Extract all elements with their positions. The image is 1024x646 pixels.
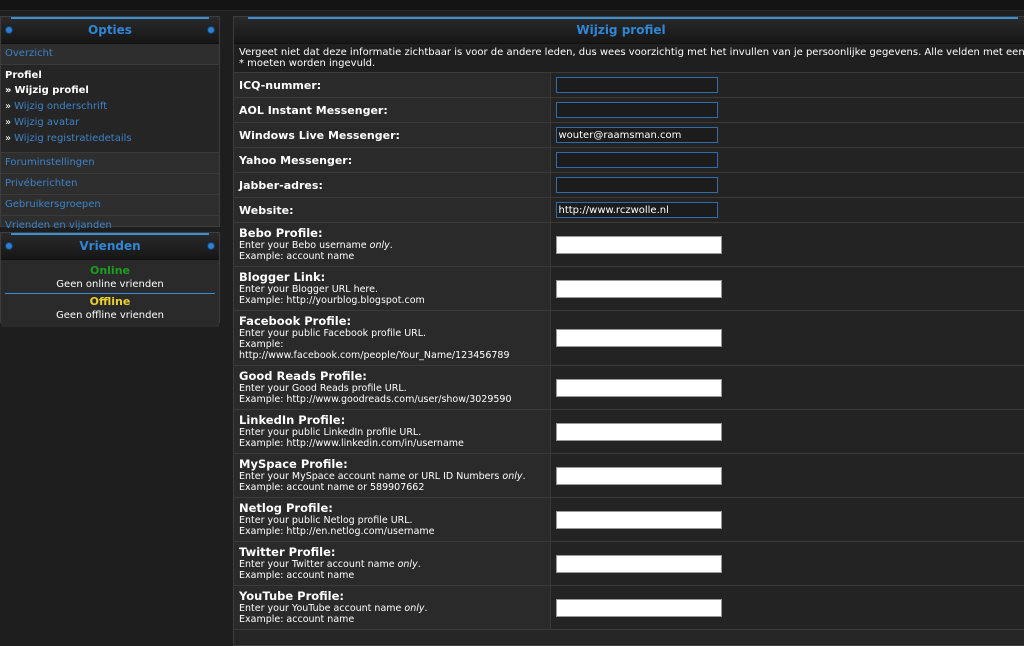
options-title: Opties [88,23,132,37]
facebook-example: Example: http://www.facebook.com/people/… [239,339,510,361]
friends-panel: Vrienden Online Geen online vrienden Off… [0,232,220,327]
facebook-input[interactable] [555,329,722,347]
profile-group-title: Profiel [5,70,42,81]
form-row: Windows Live Messenger: [234,122,1024,148]
form-row: Good Reads Profile: Enter your Good Read… [234,365,1024,410]
field-label-yahoo: Yahoo Messenger: [239,153,353,167]
form-row: Blogger Link: Enter your Blogger URL her… [234,266,1024,311]
netlog-input[interactable] [555,510,722,529]
website-input[interactable] [555,202,718,218]
wlm-input[interactable] [555,127,718,143]
online-heading: Online [89,264,130,277]
twitter-example: Example: account name [239,570,355,581]
blogger-example: Example: http://yourblog.blogspot.com [239,295,425,306]
menu-item-edit-signature[interactable]: » Wijzig onderschrift [5,99,215,115]
goodreads-input[interactable] [555,378,722,397]
profile-form: ICQ-nummer: AOL Instant Messenger: Windo… [234,73,1024,630]
yahoo-input[interactable] [555,152,718,168]
offline-message: Geen offline vrienden [56,310,164,321]
intro-text: Vergeet niet dat deze informatie zichtba… [234,44,1024,73]
myspace-example: Example: account name or 589907662 [239,482,425,493]
offline-heading: Offline [89,295,131,308]
options-panel-header: Opties [1,17,219,44]
top-bar [0,0,1024,11]
friends-panel-header: Vrienden [1,233,219,260]
twitter-description: Enter your Twitter account name only. [239,559,421,570]
edit-profile-panel: Wijzig profiel Vergeet niet dat deze inf… [233,16,1024,646]
form-row: LinkedIn Profile: Enter your public Link… [234,409,1024,454]
youtube-example: Example: account name [239,614,355,625]
field-label-aim: AOL Instant Messenger: [239,103,388,117]
form-row: MySpace Profile: Enter your MySpace acco… [234,453,1024,498]
form-row: AOL Instant Messenger: [234,97,1024,123]
linkedin-description: Enter your public LinkedIn profile URL. [239,427,422,438]
linkedin-input[interactable] [555,422,722,441]
bebo-label: Bebo Profile: [239,226,323,240]
menu-link-usergroups[interactable]: Gebruikersgroepen [1,195,219,216]
form-row: Jabber-adres: [234,172,1024,198]
jabber-input[interactable] [555,177,718,193]
facebook-label: Facebook Profile: [239,314,352,328]
menu-item-edit-avatar[interactable]: » Wijzig avatar [5,115,215,131]
arrow-icon: » [5,85,12,96]
linkedin-example: Example: http://www.linkedin.com/in/user… [239,438,464,449]
twitter-label: Twitter Profile: [239,545,336,559]
myspace-description: Enter your MySpace account name or URL I… [239,471,526,482]
field-label-website: Website: [239,203,294,217]
menu-link-forum-settings[interactable]: Foruminstellingen [1,153,219,174]
blogger-input[interactable] [555,279,722,298]
blogger-label: Blogger Link: [239,270,326,284]
facebook-description: Enter your public Facebook profile URL. [239,328,427,339]
goodreads-example: Example: http://www.goodreads.com/user/s… [239,394,512,405]
arrow-icon: » [5,117,12,128]
menu-link-private-messages[interactable]: Privéberichten [1,174,219,195]
divider [5,293,215,294]
bullet-icon [207,242,215,250]
online-message: Geen online vrienden [56,279,164,290]
field-label-icq: ICQ-nummer: [239,78,322,92]
goodreads-label: Good Reads Profile: [239,369,367,383]
form-row: Website: [234,197,1024,223]
page-title: Wijzig profiel [576,23,666,37]
field-label-jabber: Jabber-adres: [239,178,323,192]
icq-input[interactable] [555,77,718,93]
twitter-input[interactable] [555,554,722,573]
youtube-input[interactable] [555,598,722,617]
bebo-description: Enter your Bebo username only. [239,240,393,251]
edit-profile-header: Wijzig profiel [234,17,1024,44]
friends-title: Vrienden [79,239,141,253]
field-label-wlm: Windows Live Messenger: [239,128,400,142]
netlog-example: Example: http://en.netlog.com/username [239,526,435,537]
linkedin-label: LinkedIn Profile: [239,413,346,427]
youtube-description: Enter your YouTube account name only. [239,603,428,614]
menu-item-edit-registration[interactable]: » Wijzig registratiedetails [5,131,215,147]
arrow-icon: » [5,133,12,144]
myspace-input[interactable] [555,466,722,485]
goodreads-description: Enter your Good Reads profile URL. [239,383,407,394]
form-row: ICQ-nummer: [234,73,1024,98]
bullet-icon [5,26,13,34]
arrow-icon: » [5,101,12,112]
form-row: Netlog Profile: Enter your public Netlog… [234,497,1024,542]
bebo-example: Example: account name [239,251,355,262]
profile-menu-group: Profiel » Wijzig profiel » Wijzig ondersch… [1,65,219,153]
netlog-label: Netlog Profile: [239,501,333,515]
bullet-icon [207,26,215,34]
options-panel: Opties Overzicht Profiel » Wijzig profiel… [0,16,220,231]
form-row: YouTube Profile: Enter your YouTube acco… [234,585,1024,630]
aim-input[interactable] [555,102,718,118]
form-row: Twitter Profile: Enter your Twitter acco… [234,541,1024,586]
bullet-icon [5,242,13,250]
menu-link-overview[interactable]: Overzicht [1,44,219,65]
myspace-label: MySpace Profile: [239,457,348,471]
form-row: Facebook Profile: Enter your public Face… [234,310,1024,366]
menu-item-edit-profile[interactable]: » Wijzig profiel [5,83,215,99]
friends-list: Online Geen online vrienden Offline Geen… [1,260,219,327]
blogger-description: Enter your Blogger URL here. [239,284,378,295]
form-row: Bebo Profile: Enter your Bebo username o… [234,222,1024,267]
form-row: Yahoo Messenger: [234,147,1024,173]
netlog-description: Enter your public Netlog profile URL. [239,515,413,526]
youtube-label: YouTube Profile: [239,589,345,603]
bebo-input[interactable] [555,235,722,254]
